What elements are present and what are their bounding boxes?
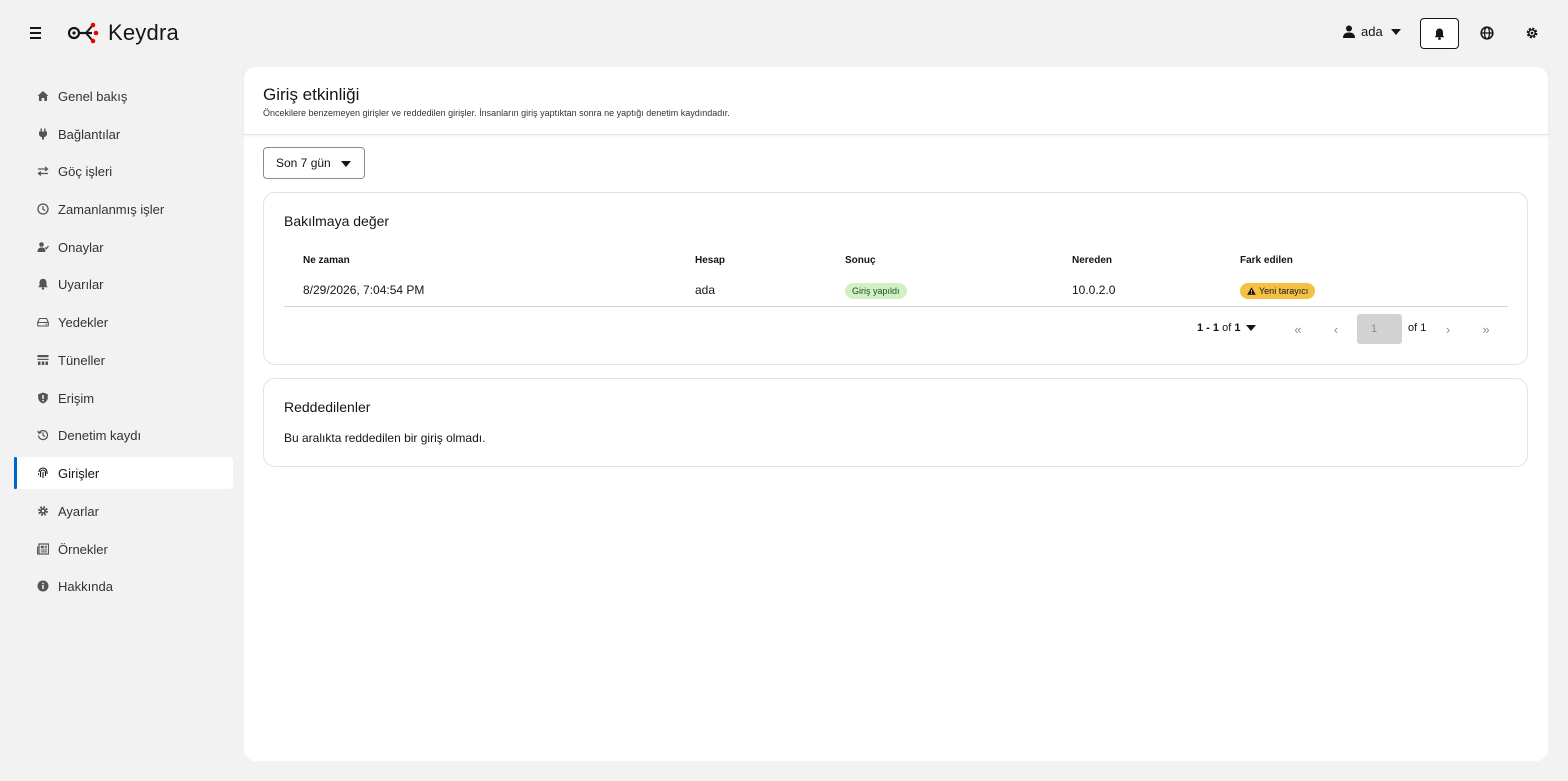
sidebar-item-baglantilar[interactable]: Bağlantılar bbox=[14, 118, 233, 150]
masthead: Keydra ada bbox=[0, 0, 1568, 67]
sidebar-item-label: Genel bakış bbox=[58, 88, 128, 104]
sidebar-item-label: Tüneller bbox=[58, 352, 105, 368]
sidebar-item-label: Onaylar bbox=[58, 239, 104, 255]
clock-icon bbox=[36, 202, 50, 216]
keydra-logo-icon bbox=[67, 22, 99, 44]
noticed-badge: Yeni tarayıcı bbox=[1240, 283, 1316, 299]
chevron-down-icon bbox=[1390, 28, 1401, 35]
column-header-when[interactable]: Ne zaman bbox=[303, 255, 350, 266]
sidebar-item-label: Hakkında bbox=[58, 578, 113, 594]
sidebar-item-label: Örnekler bbox=[58, 541, 108, 557]
notable-logins-card: Bakılmaya değer Ne zaman Hesap Sonuç Ner… bbox=[263, 192, 1528, 365]
column-header-from[interactable]: Nereden bbox=[1072, 255, 1112, 266]
drive-icon bbox=[36, 315, 50, 329]
time-range-value: Son 7 gün bbox=[276, 156, 331, 170]
sidebar-item-label: Yedekler bbox=[58, 314, 109, 330]
chevron-down-icon bbox=[1246, 325, 1257, 331]
sidebar-item-denetim-kaydi[interactable]: Denetim kaydı bbox=[14, 419, 233, 451]
result-badge: Giriş yapıldı bbox=[845, 283, 907, 299]
sidebar-item-hakkinda[interactable]: Hakkında bbox=[14, 570, 233, 602]
exchange-icon bbox=[36, 164, 50, 178]
sidebar-item-onaylar[interactable]: Onaylar bbox=[14, 231, 233, 263]
last-page-button[interactable]: » bbox=[1476, 319, 1496, 339]
pagination-range: 1 - 1 bbox=[1197, 322, 1220, 334]
bell-icon bbox=[1434, 28, 1445, 40]
card-title: Bakılmaya değer bbox=[284, 213, 390, 229]
user-check-icon bbox=[36, 240, 50, 254]
network-icon bbox=[36, 353, 50, 367]
cell-account: ada bbox=[695, 283, 716, 297]
page-header: Giriş etkinliği Öncekilere benzemeyen gi… bbox=[244, 67, 1548, 135]
denied-logins-card: Reddedilenler Bu aralıkta reddedilen bir… bbox=[263, 378, 1528, 467]
shield-icon bbox=[36, 391, 50, 405]
cell-from: 10.0.2.0 bbox=[1072, 283, 1116, 297]
user-name: ada bbox=[1361, 24, 1383, 39]
page-number-input[interactable]: 1 bbox=[1357, 314, 1402, 344]
page-title: Giriş etkinliği bbox=[263, 85, 360, 104]
sidebar-item-label: Denetim kaydı bbox=[58, 427, 142, 443]
card-title: Reddedilenler bbox=[284, 399, 371, 415]
first-page-button[interactable]: « bbox=[1288, 319, 1308, 339]
page-count-label: of 1 bbox=[1408, 322, 1427, 334]
user-menu-toggle[interactable]: ada bbox=[1343, 24, 1401, 39]
column-header-result[interactable]: Sonuç bbox=[845, 255, 876, 266]
sidebar-item-uyarilar[interactable]: Uyarılar bbox=[14, 268, 233, 300]
sidebar-item-goc-isleri[interactable]: Göç işleri bbox=[14, 155, 233, 187]
fingerprint-icon bbox=[36, 466, 50, 480]
newspaper-icon bbox=[36, 542, 50, 556]
bell-icon bbox=[36, 277, 50, 291]
sidebar-item-genel-bakis[interactable]: Genel bakış bbox=[14, 80, 233, 112]
sidebar-item-label: Bağlantılar bbox=[58, 126, 121, 142]
sidebar-item-label: Ayarlar bbox=[58, 503, 99, 519]
sidebar-item-zamanlanmis-isler[interactable]: Zamanlanmış işler bbox=[14, 193, 233, 225]
hamburger-icon[interactable] bbox=[28, 24, 44, 42]
pagination-count-toggle[interactable]: 1 - 1 of 1 bbox=[1197, 322, 1257, 334]
warning-icon bbox=[1247, 287, 1256, 295]
sidebar-item-erisim[interactable]: Erişim bbox=[14, 382, 233, 414]
sidebar-item-label: Erişim bbox=[58, 390, 95, 406]
sidebar-item-label: Girişler bbox=[58, 465, 100, 481]
plug-icon bbox=[36, 127, 50, 141]
cell-when: 8/29/2026, 7:04:54 PM bbox=[303, 283, 425, 297]
sidebar-item-yedekler[interactable]: Yedekler bbox=[14, 306, 233, 338]
app-name: Keydra bbox=[108, 20, 179, 45]
history-icon bbox=[36, 428, 50, 442]
sidebar-item-ornekler[interactable]: Örnekler bbox=[14, 533, 233, 565]
gear-icon[interactable] bbox=[1525, 26, 1539, 40]
noticed-label: Yeni tarayıcı bbox=[1259, 286, 1309, 296]
notifications-button[interactable] bbox=[1420, 18, 1459, 49]
previous-page-button[interactable]: ‹ bbox=[1326, 319, 1346, 339]
column-header-noticed[interactable]: Fark edilen bbox=[1240, 255, 1293, 266]
user-icon bbox=[1343, 25, 1355, 38]
sidebar-item-label: Zamanlanmış işler bbox=[58, 201, 165, 217]
main-content: Giriş etkinliği Öncekilere benzemeyen gi… bbox=[244, 67, 1548, 761]
sidebar-item-tuneller[interactable]: Tüneller bbox=[14, 344, 233, 376]
pagination-total: 1 bbox=[1234, 322, 1241, 334]
empty-state-text: Bu aralıkta reddedilen bir giriş olmadı. bbox=[284, 431, 486, 445]
sidebar-item-label: Göç işleri bbox=[58, 163, 113, 179]
row-divider bbox=[284, 306, 1508, 307]
sidebar-item-label: Uyarılar bbox=[58, 276, 104, 292]
page-subtitle: Öncekilere benzemeyen girişler ve redded… bbox=[263, 108, 730, 118]
chevron-down-icon bbox=[341, 161, 351, 167]
time-range-select[interactable]: Son 7 gün bbox=[263, 147, 365, 179]
sidebar-item-ayarlar[interactable]: Ayarlar bbox=[14, 495, 233, 527]
info-icon bbox=[36, 579, 50, 593]
globe-icon[interactable] bbox=[1480, 26, 1494, 40]
next-page-button[interactable]: › bbox=[1438, 319, 1458, 339]
pagination-of: of bbox=[1222, 322, 1232, 334]
brand-logo[interactable]: Keydra bbox=[66, 18, 179, 48]
home-icon bbox=[36, 89, 50, 103]
sidebar-item-girisler[interactable]: Girişler bbox=[14, 457, 233, 489]
column-header-account[interactable]: Hesap bbox=[695, 255, 725, 266]
gear-icon bbox=[36, 504, 50, 518]
